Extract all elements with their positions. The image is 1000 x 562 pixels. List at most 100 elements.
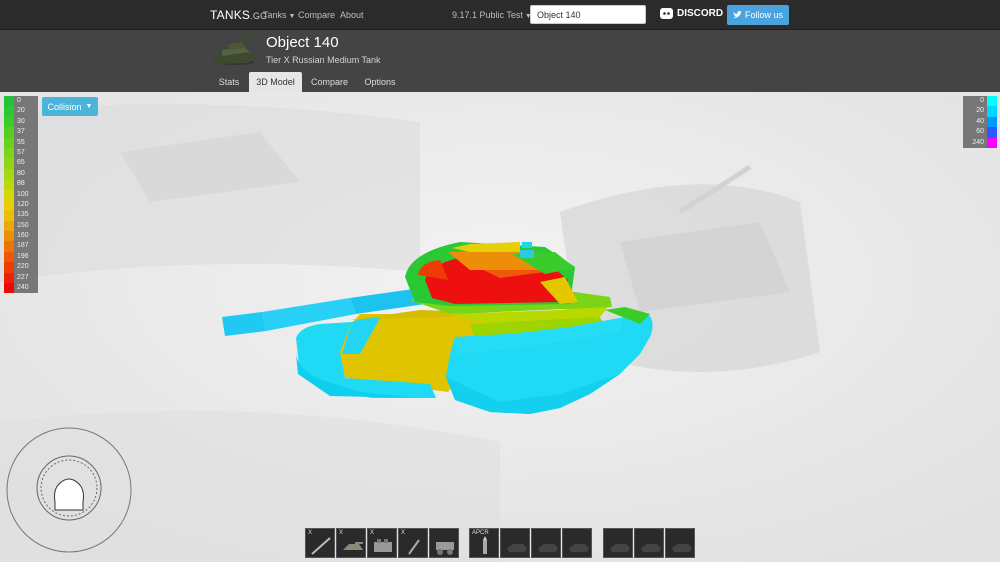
shell-slot-icon (538, 544, 558, 552)
legend-value: 120 (14, 199, 38, 211)
search-input[interactable] (530, 5, 646, 24)
module-slot[interactable] (562, 528, 592, 558)
nav-compare-link[interactable]: Compare (298, 10, 335, 20)
module-slot[interactable] (634, 528, 664, 558)
legend-row: 220 (4, 262, 38, 273)
tab-options[interactable]: Options (358, 72, 402, 92)
shell-icon (483, 536, 487, 554)
legend-value: 20 (14, 106, 38, 117)
legend-swatch (4, 137, 14, 148)
legend-swatch (4, 158, 14, 169)
shell-slot-icon (569, 544, 589, 552)
module-slot[interactable]: X (336, 528, 366, 558)
legend-row: 30 (4, 116, 38, 128)
collision-dropdown-button[interactable]: Collision ▼ (42, 97, 98, 116)
model-viewport[interactable] (0, 92, 1000, 562)
discord-link[interactable]: DISCORD (660, 8, 723, 19)
collision-label: Collision (47, 101, 82, 112)
armor-thickness-legend: 0 20 30 37 55 57 65 80 88 100 120 135 150 160 187 196 22… (4, 96, 38, 294)
legend-row: 20 (4, 106, 38, 117)
legend-swatch (4, 199, 14, 211)
module-slot[interactable] (603, 528, 633, 558)
legend-swatch (4, 116, 14, 128)
brand-main: TANKS (210, 8, 251, 22)
legend-row: 240 (963, 137, 997, 148)
tab-3d-model[interactable]: 3D Model (249, 72, 302, 92)
turret-icon (343, 542, 363, 550)
legend-row: 240 (4, 283, 38, 294)
follow-us-button[interactable]: Follow us (727, 5, 789, 25)
legend-value: 160 (14, 231, 38, 242)
legend-value: 65 (14, 158, 38, 169)
legend-swatch (4, 127, 14, 138)
discord-icon (660, 8, 673, 19)
legend-value: 55 (14, 137, 38, 148)
module-slot[interactable] (500, 528, 530, 558)
legend-swatch (4, 179, 14, 190)
top-navbar: TANKS.GG Tanks ▼ Compare About 9.17.1 Pub… (0, 0, 1000, 30)
follow-us-label: Follow us (744, 10, 783, 20)
spaced-armor-legend: 0 20 40 60 240 (963, 96, 997, 148)
engine-icon (374, 539, 392, 552)
legend-row: 0 (963, 96, 997, 107)
legend-value: 40 (963, 116, 987, 128)
shells-toolbar: APCR (469, 528, 592, 558)
legend-value: 220 (14, 262, 38, 273)
legend-row: 187 (4, 241, 38, 252)
tab-stats[interactable]: Stats (212, 72, 246, 92)
legend-value: 60 (963, 127, 987, 138)
legend-swatch (987, 127, 997, 138)
legend-swatch (4, 189, 14, 200)
tank-subtitle: Tier X Russian Medium Tank (266, 55, 381, 65)
legend-swatch (4, 220, 14, 232)
legend-value: 150 (14, 220, 38, 232)
legend-swatch (4, 147, 14, 159)
equipment-toolbar (603, 528, 695, 558)
legend-swatch (4, 168, 14, 180)
equipment-slot-icon (641, 544, 661, 552)
legend-value: 30 (14, 116, 38, 128)
shell-slot-icon (507, 544, 527, 552)
legend-value: 196 (14, 251, 38, 263)
caret-down-icon: ▼ (288, 13, 296, 20)
legend-swatch (4, 96, 14, 107)
legend-row: 120 (4, 199, 38, 211)
legend-value: 88 (14, 179, 38, 190)
module-slot[interactable]: APCR (469, 528, 499, 558)
discord-label: DISCORD (677, 8, 724, 19)
legend-swatch (4, 231, 14, 242)
legend-value: 187 (14, 241, 38, 252)
module-slot[interactable] (531, 528, 561, 558)
legend-row: 160 (4, 231, 38, 242)
legend-row: 227 (4, 272, 38, 284)
module-slot[interactable] (665, 528, 695, 558)
tank-name-title: Object 140 (266, 34, 339, 51)
legend-value: 0 (963, 96, 987, 107)
legend-value: 135 (14, 210, 38, 221)
camera-joystick[interactable] (5, 426, 135, 556)
legend-value: 20 (963, 106, 987, 117)
legend-row: 0 (4, 96, 38, 107)
version-label: 9.17.1 Public Test (452, 10, 523, 20)
legend-swatch (4, 241, 14, 252)
legend-row: 135 (4, 210, 38, 221)
radio-icon (408, 539, 420, 555)
module-slot[interactable] (429, 528, 459, 558)
tank-thumbnail-image (212, 33, 258, 65)
legend-value: 240 (963, 137, 987, 148)
legend-value: 100 (14, 189, 38, 200)
module-slot[interactable]: X (398, 528, 428, 558)
nav-tanks-dropdown[interactable]: Tanks ▼ (263, 10, 295, 20)
nav-about-link[interactable]: About (340, 10, 364, 20)
legend-swatch (987, 137, 997, 148)
tab-compare[interactable]: Compare (305, 72, 354, 92)
legend-value: 0 (14, 96, 38, 107)
brand-logo[interactable]: TANKS.GG (210, 8, 267, 22)
legend-swatch (4, 283, 14, 294)
legend-row: 55 (4, 137, 38, 148)
version-dropdown[interactable]: 9.17.1 Public Test ▼ (452, 10, 532, 20)
module-slot[interactable]: X (367, 528, 397, 558)
legend-value: 80 (14, 168, 38, 180)
legend-swatch (4, 210, 14, 221)
module-slot[interactable]: X (305, 528, 335, 558)
